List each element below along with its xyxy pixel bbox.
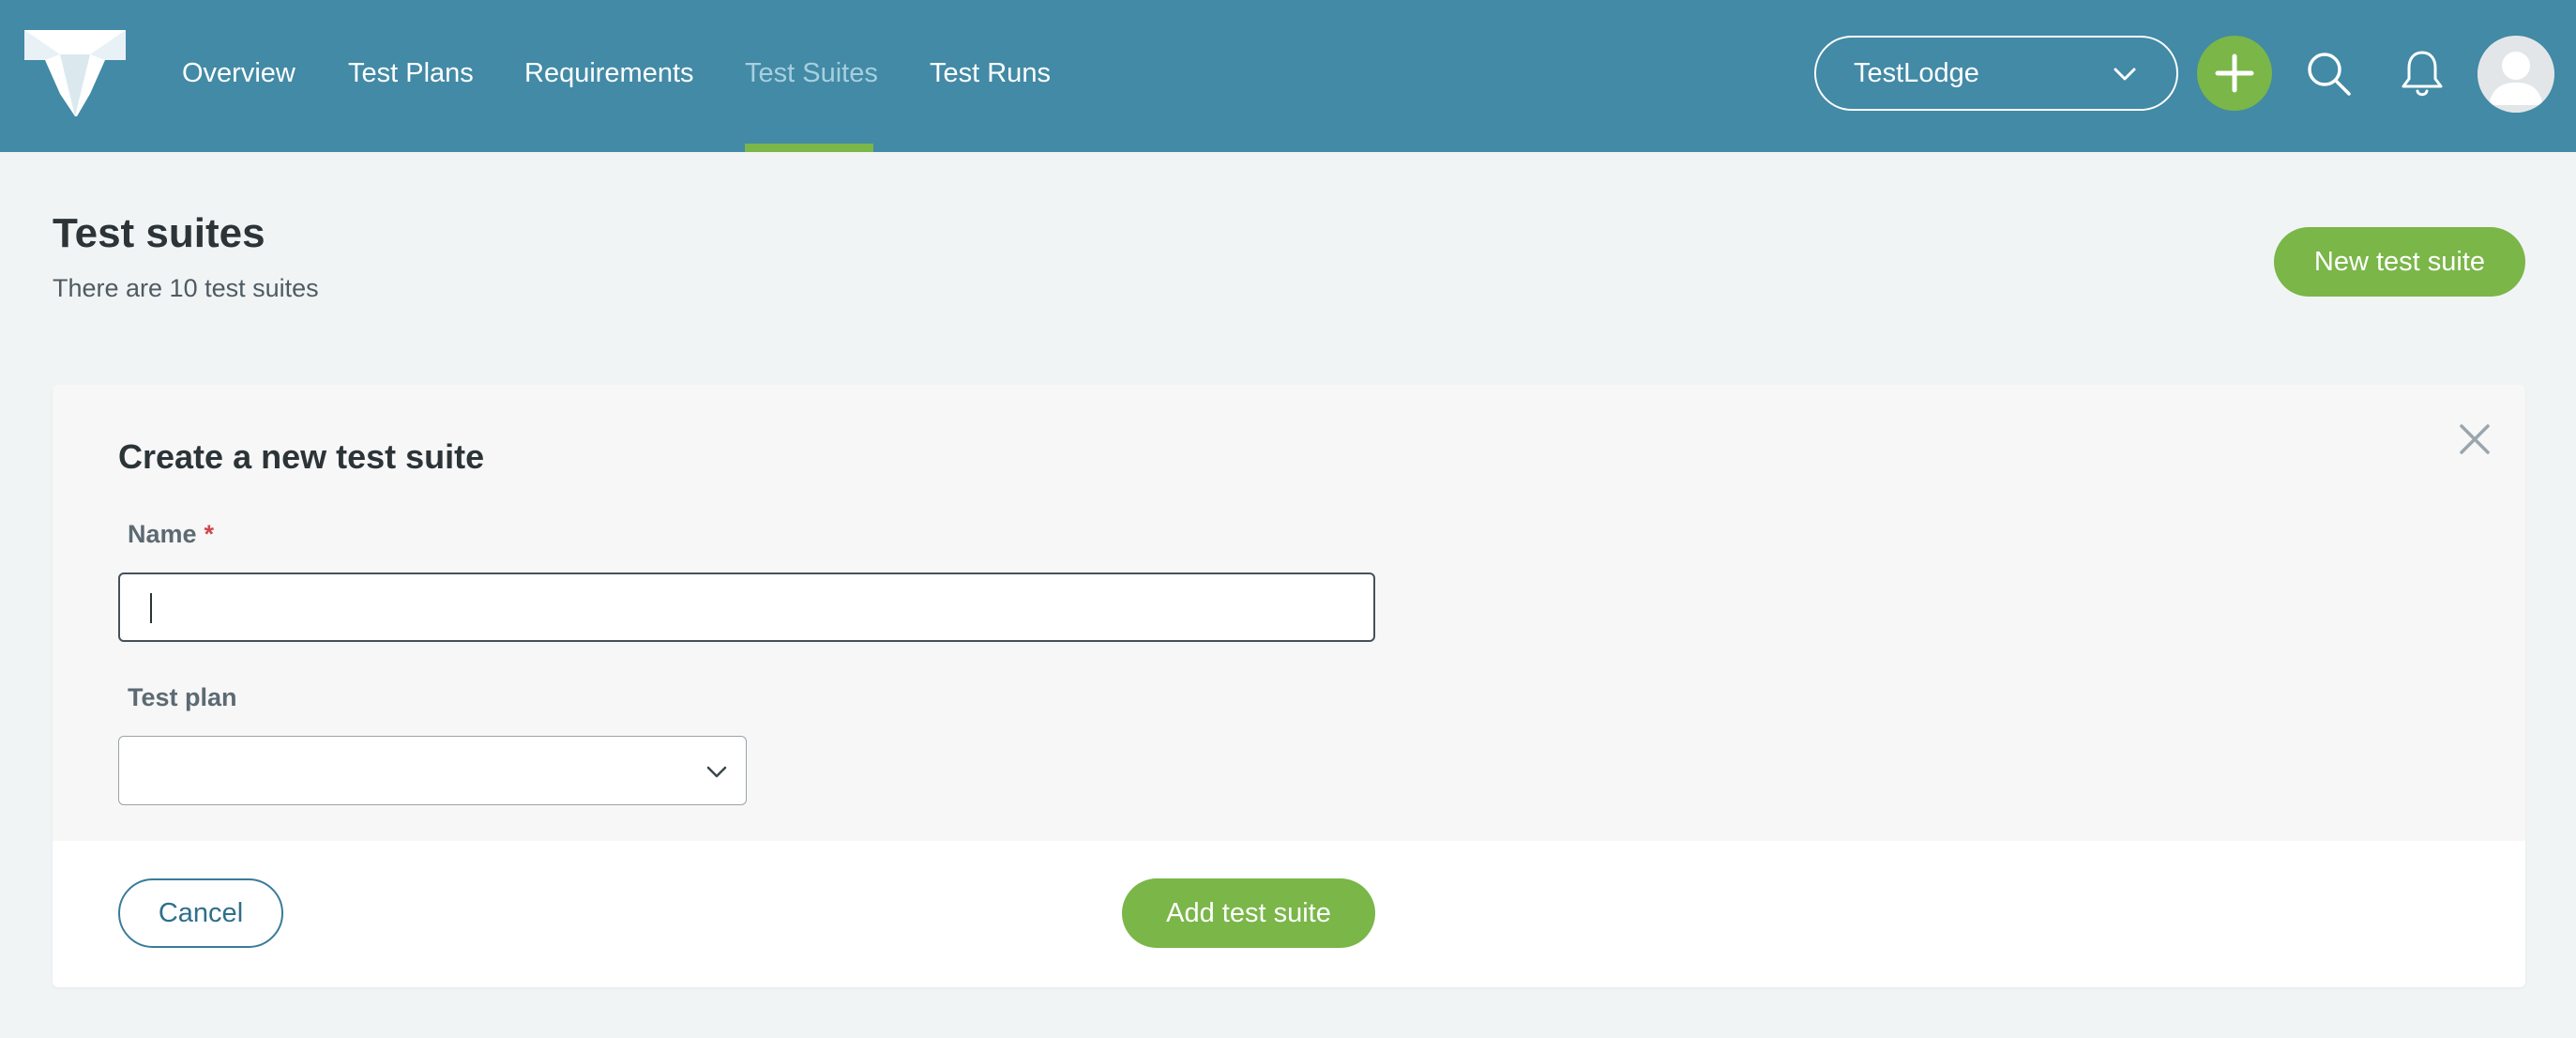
test-plan-select[interactable]: [118, 736, 747, 805]
nav-requirements[interactable]: Requirements: [524, 54, 694, 92]
name-input[interactable]: [118, 572, 1375, 642]
top-navigation-bar: Overview Test Plans Requirements Test Su…: [0, 0, 2576, 152]
nav-test-suites[interactable]: Test Suites: [745, 54, 878, 92]
user-avatar[interactable]: [2478, 36, 2554, 113]
page-subtitle: There are 10 test suites: [53, 274, 319, 302]
nav-test-runs[interactable]: Test Runs: [930, 54, 1051, 92]
quick-create-button[interactable]: [2197, 36, 2272, 111]
user-avatar-icon: [2478, 36, 2554, 113]
notifications-button[interactable]: [2400, 47, 2445, 99]
name-label-text: Name: [128, 520, 197, 548]
text-cursor: [150, 593, 152, 623]
add-test-suite-button[interactable]: Add test suite: [1122, 878, 1375, 948]
chevron-down-icon: [706, 766, 727, 778]
nav-test-plans[interactable]: Test Plans: [348, 54, 474, 92]
search-button[interactable]: [2304, 49, 2353, 98]
bell-icon: [2402, 51, 2443, 97]
chevron-down-icon: [2114, 68, 2136, 81]
form-title: Create a new test suite: [118, 437, 485, 476]
test-plan-label: Test plan: [128, 683, 237, 711]
workspace-selector[interactable]: TestLodge: [1814, 36, 2178, 111]
page-title: Test suites: [53, 210, 265, 256]
new-test-suite-button[interactable]: New test suite: [2274, 227, 2525, 297]
required-marker: *: [204, 520, 215, 548]
nav-overview[interactable]: Overview: [182, 54, 295, 92]
plus-icon: [2215, 53, 2254, 93]
name-field-label: Name *: [128, 520, 214, 549]
workspace-name: TestLodge: [1854, 58, 1979, 88]
active-tab-indicator: [745, 144, 873, 152]
close-icon[interactable]: [2454, 419, 2495, 460]
search-icon: [2308, 53, 2351, 96]
cancel-button[interactable]: Cancel: [118, 878, 283, 948]
testlodge-logo-icon[interactable]: [23, 26, 128, 118]
create-test-suite-panel: Create a new test suite Name * Test plan …: [53, 385, 2525, 987]
